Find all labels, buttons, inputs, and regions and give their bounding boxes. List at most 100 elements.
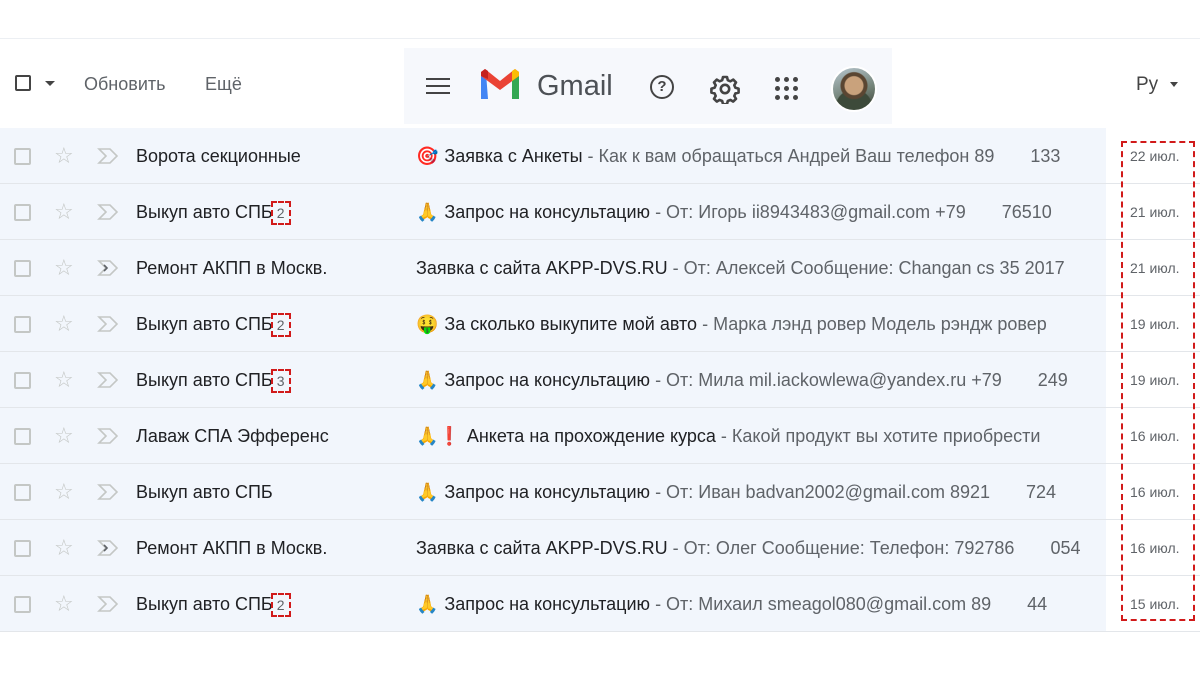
star-icon[interactable]: ☆ xyxy=(54,369,74,391)
message-preview[interactable]: 🙏❗ Анкета на прохождение курса - Какой пр… xyxy=(416,426,1106,447)
sender-name: Выкуп авто СПБ 2 xyxy=(136,313,291,337)
date: 21 июл. xyxy=(1130,260,1180,276)
important-marker-icon[interactable] xyxy=(97,428,119,444)
apps-grid-icon[interactable] xyxy=(774,76,800,102)
gear-icon[interactable] xyxy=(710,74,740,104)
select-dropdown-icon[interactable] xyxy=(45,81,55,86)
message-preview[interactable]: 🙏 Запрос на консультацию - От: Иван badva… xyxy=(416,482,1106,503)
snippet-tail: 054 xyxy=(1050,538,1081,558)
subject-emoji-icon: 🙏❗ xyxy=(416,426,461,447)
star-icon[interactable]: ☆ xyxy=(54,201,74,223)
star-icon[interactable]: ☆ xyxy=(54,537,74,559)
help-icon[interactable]: ? xyxy=(650,75,674,99)
subject: Заявка с Анкеты xyxy=(444,146,583,166)
snippet: - От: Алексей Сообщение: Changan cs 35 2… xyxy=(667,258,1065,278)
message-preview[interactable]: Заявка с сайта AKPP-DVS.RU - От: Олег Со… xyxy=(416,538,1106,559)
subject-emoji-icon: 🙏 xyxy=(416,594,439,615)
top-divider xyxy=(0,38,1200,39)
email-row[interactable]: ☆ Выкуп авто СПБ 2 🤑 За сколько выкупите мой… xyxy=(0,296,1200,352)
subject: Запрос на консультацию xyxy=(444,594,651,614)
subject-emoji-icon: 🙏 xyxy=(416,370,439,391)
sender-name: Лаваж СПА Эфференс xyxy=(136,426,329,447)
email-row[interactable]: ☆ Выкуп авто СПБ 2 🙏 Запрос на консультацию … xyxy=(0,184,1200,240)
sender-name: Выкуп авто СПБ 2 xyxy=(136,201,291,225)
message-preview[interactable]: 🎯 Заявка с Анкеты - Как к вам обращаться … xyxy=(416,146,1106,167)
important-marker-icon[interactable] xyxy=(97,316,119,332)
star-icon[interactable]: ☆ xyxy=(54,145,74,167)
select-all-checkbox[interactable] xyxy=(15,75,31,91)
message-preview[interactable]: 🤑 За сколько выкупите мой авто - Марка лэ… xyxy=(416,314,1106,335)
sender-name: Выкуп авто СПБ 3 xyxy=(136,369,291,393)
email-row[interactable]: ☆ Ворота секционные 🎯 Заявка с Анкеты - Как… xyxy=(0,128,1200,184)
snippet-tail: 44 xyxy=(1027,594,1048,614)
date: 16 июл. xyxy=(1130,428,1180,444)
row-checkbox[interactable] xyxy=(14,484,31,501)
email-row[interactable]: ☆ Выкуп авто СПБ 2 🙏 Запрос на консультацию … xyxy=(0,576,1200,632)
email-row[interactable]: ☆ Ремонт АКПП в Москв. Заявка с сайта AKPP… xyxy=(0,520,1200,576)
message-preview[interactable]: 🙏 Запрос на консультацию - От: Мила mil.i… xyxy=(416,370,1106,391)
important-marker-icon[interactable] xyxy=(97,372,119,388)
refresh-button[interactable]: Обновить xyxy=(84,74,166,95)
language-dropdown-icon[interactable] xyxy=(1170,82,1178,87)
subject-emoji-icon: 🤑 xyxy=(416,314,439,335)
important-marker-icon[interactable] xyxy=(97,148,119,164)
email-row[interactable]: ☆ Выкуп авто СПБ 🙏 Запрос на консультацию -… xyxy=(0,464,1200,520)
message-preview[interactable]: 🙏 Запрос на консультацию - От: Игорь ii89… xyxy=(416,202,1106,223)
email-row[interactable]: ☆ Ремонт АКПП в Москв. Заявка с сайта AKPP… xyxy=(0,240,1200,296)
forwarded-important-icon[interactable] xyxy=(97,260,119,276)
date: 22 июл. xyxy=(1130,148,1180,164)
snippet: - От: Михаил smeagol080@gmail.com 89 xyxy=(650,594,992,614)
star-icon[interactable]: ☆ xyxy=(54,425,74,447)
thread-count: 3 xyxy=(270,369,291,393)
date: 15 июл. xyxy=(1130,596,1180,612)
snippet: - Как к вам обращаться Андрей Ваш телефо… xyxy=(582,146,995,166)
forwarded-important-icon[interactable] xyxy=(97,540,119,556)
subject: Анкета на прохождение курса xyxy=(466,426,716,446)
star-icon[interactable]: ☆ xyxy=(54,481,74,503)
sender-text: Выкуп авто СПБ xyxy=(136,482,273,502)
email-row[interactable]: ☆ Выкуп авто СПБ 3 🙏 Запрос на консультацию … xyxy=(0,352,1200,408)
sender-text: Выкуп авто СПБ xyxy=(136,370,273,390)
row-checkbox[interactable] xyxy=(14,260,31,277)
sender-text: Выкуп авто СПБ xyxy=(136,314,273,334)
snippet: - От: Мила mil.iackowlewa@yandex.ru +79 xyxy=(650,370,1002,390)
subject: Запрос на консультацию xyxy=(444,482,651,502)
sender-text: Ремонт АКПП в Москв. xyxy=(136,538,328,558)
account-avatar[interactable] xyxy=(831,66,877,112)
important-marker-icon[interactable] xyxy=(97,484,119,500)
row-checkbox[interactable] xyxy=(14,540,31,557)
row-checkbox[interactable] xyxy=(14,316,31,333)
language-selector[interactable]: Ру xyxy=(1136,74,1158,96)
row-checkbox[interactable] xyxy=(14,204,31,221)
sender-text: Ремонт АКПП в Москв. xyxy=(136,258,328,278)
sender-text: Выкуп авто СПБ xyxy=(136,594,273,614)
subject-emoji-icon: 🙏 xyxy=(416,482,439,503)
sender-text: Выкуп авто СПБ xyxy=(136,202,273,222)
date: 16 июл. xyxy=(1130,484,1180,500)
star-icon[interactable]: ☆ xyxy=(54,313,74,335)
message-preview[interactable]: Заявка с сайта AKPP-DVS.RU - От: Алексей… xyxy=(416,258,1106,279)
star-icon[interactable]: ☆ xyxy=(54,593,74,615)
gmail-logo-icon[interactable] xyxy=(478,68,522,102)
date: 16 июл. xyxy=(1130,540,1180,556)
important-marker-icon[interactable] xyxy=(97,596,119,612)
row-checkbox[interactable] xyxy=(14,148,31,165)
thread-count: 2 xyxy=(270,313,291,337)
row-checkbox[interactable] xyxy=(14,596,31,613)
sender-name: Выкуп авто СПБ 2 xyxy=(136,593,291,617)
email-list: ☆ Ворота секционные 🎯 Заявка с Анкеты - Как… xyxy=(0,128,1200,632)
row-checkbox[interactable] xyxy=(14,428,31,445)
star-icon[interactable]: ☆ xyxy=(54,257,74,279)
important-marker-icon[interactable] xyxy=(97,204,119,220)
main-menu-icon[interactable] xyxy=(426,78,450,96)
sender-text: Лаваж СПА Эфференс xyxy=(136,426,329,446)
toolbar: Обновить Ещё xyxy=(0,52,400,118)
more-button[interactable]: Ещё xyxy=(205,74,242,95)
subject: Запрос на консультацию xyxy=(444,202,651,222)
snippet-tail: 724 xyxy=(1026,482,1057,502)
date: 19 июл. xyxy=(1130,316,1180,332)
message-preview[interactable]: 🙏 Запрос на консультацию - От: Михаил sme… xyxy=(416,594,1106,615)
date: 21 июл. xyxy=(1130,204,1180,220)
email-row[interactable]: ☆ Лаваж СПА Эфференс 🙏❗ Анкета на прохожден… xyxy=(0,408,1200,464)
row-checkbox[interactable] xyxy=(14,372,31,389)
